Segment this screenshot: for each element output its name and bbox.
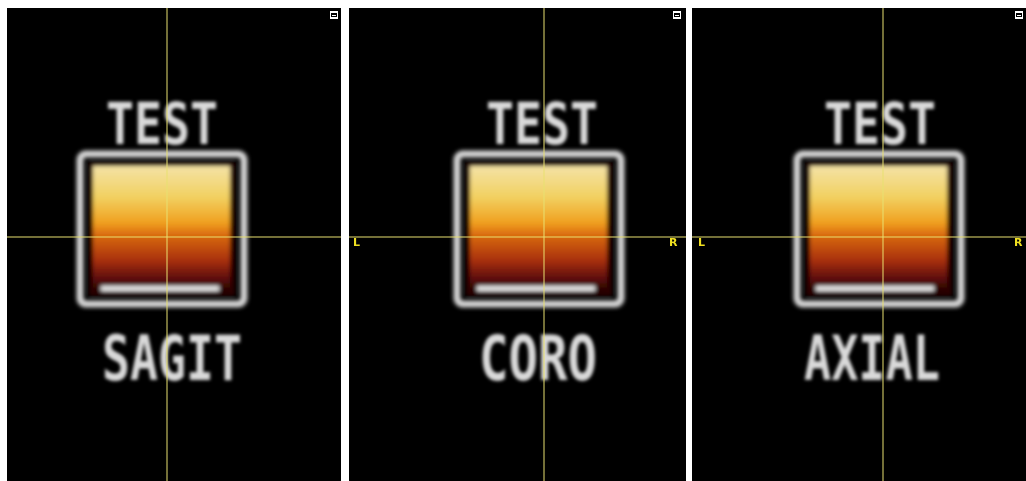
maximize-icon bbox=[674, 13, 680, 17]
maximize-icon bbox=[1016, 13, 1022, 17]
maximize-icon bbox=[331, 13, 337, 17]
maximize-button[interactable] bbox=[329, 10, 339, 20]
top-label: TEST bbox=[106, 90, 218, 158]
axial-view[interactable]: TEST AXIAL L R bbox=[692, 8, 1026, 481]
orientation-label-left: L bbox=[698, 236, 706, 249]
maximize-button[interactable] bbox=[1014, 10, 1024, 20]
axial-image: TEST AXIAL bbox=[692, 8, 1026, 481]
sagittal-view[interactable]: TEST SAGIT bbox=[7, 8, 341, 481]
maximize-button[interactable] bbox=[672, 10, 682, 20]
orientation-label-left: L bbox=[353, 236, 361, 249]
top-label: TEST bbox=[486, 90, 598, 158]
coronal-image: TEST CORO bbox=[349, 8, 686, 481]
sagittal-image: TEST SAGIT bbox=[7, 8, 341, 481]
bottom-label: CORO bbox=[479, 322, 597, 395]
coronal-view[interactable]: TEST CORO L R bbox=[349, 8, 686, 481]
top-label: TEST bbox=[824, 90, 936, 158]
bottom-label: SAGIT bbox=[102, 322, 242, 395]
bottom-label: AXIAL bbox=[804, 322, 940, 395]
orientation-label-right: R bbox=[669, 236, 678, 249]
ortho-viewer: TEST SAGIT TEST CORO L R TEST AXIAL L R bbox=[0, 0, 1026, 481]
orientation-label-right: R bbox=[1014, 236, 1023, 249]
